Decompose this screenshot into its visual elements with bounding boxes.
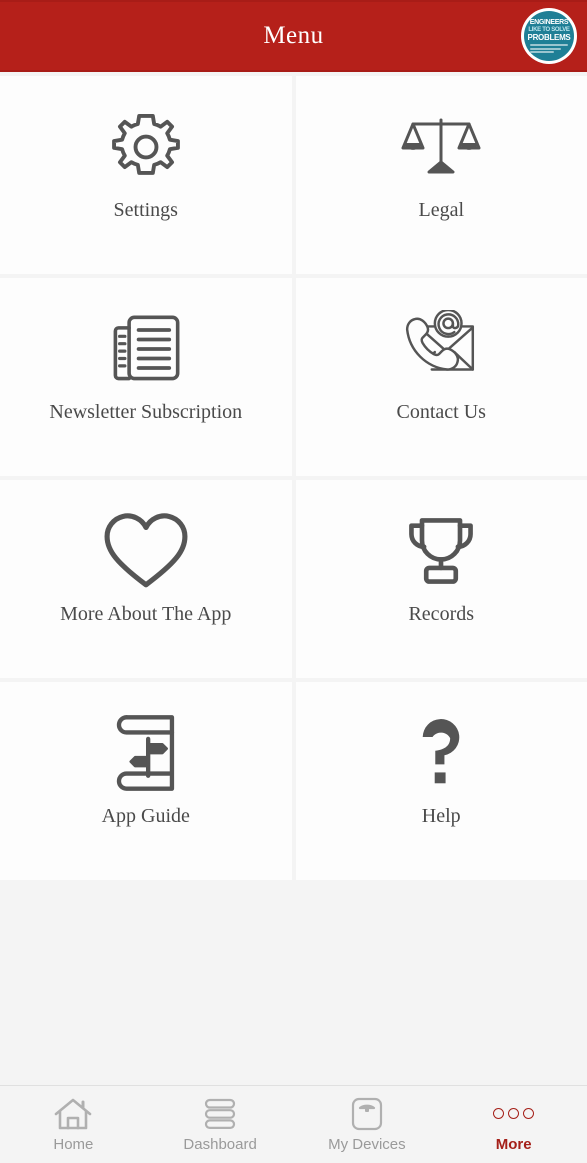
menu-tile-label: Legal (418, 199, 465, 221)
nav-item-dashboard[interactable]: Dashboard (147, 1086, 294, 1163)
nav-label: Home (53, 1135, 94, 1153)
nav-item-my-devices[interactable]: My Devices (294, 1086, 441, 1163)
app-header: Menu ENGINEERS LIKE TO SOLVE PROBLEMS (0, 0, 587, 72)
menu-tile-legal[interactable]: Legal (295, 76, 587, 274)
menu-grid: Settings Legal Newsletter Subscription C… (0, 72, 587, 880)
logo-decor-bars (530, 44, 568, 53)
content-spacer (0, 880, 587, 1085)
stacked-bars-icon (200, 1097, 240, 1131)
menu-tile-label: Help (421, 805, 461, 827)
nav-label: My Devices (328, 1135, 406, 1153)
weight-scale-icon (350, 1097, 384, 1131)
menu-tile-newsletter-subscription[interactable]: Newsletter Subscription (0, 278, 292, 476)
logo-line-3: PROBLEMS (527, 33, 571, 42)
menu-tile-label: App Guide (101, 805, 190, 827)
logo-line-1: ENGINEERS (529, 19, 569, 26)
menu-tile-help[interactable]: Help (295, 682, 587, 880)
nav-item-home[interactable]: Home (0, 1086, 147, 1163)
bottom-navigation-bar: Home Dashboard My Devices More (0, 1085, 587, 1163)
menu-tile-records[interactable]: Records (295, 480, 587, 678)
house-icon (53, 1097, 93, 1131)
menu-tile-contact-us[interactable]: Contact Us (295, 278, 587, 476)
menu-tile-label: Settings (113, 199, 178, 221)
newspaper-icon (108, 306, 184, 392)
balance-scale-icon (401, 104, 481, 190)
menu-tile-more-about-the-app[interactable]: More About The App (0, 480, 292, 678)
trophy-icon (403, 508, 479, 594)
page-title: Menu (263, 22, 324, 49)
menu-tile-settings[interactable]: Settings (0, 76, 292, 274)
envelope-phone-at-icon (401, 306, 481, 392)
menu-tile-app-guide[interactable]: App Guide (0, 682, 292, 880)
menu-tile-label: More About The App (60, 603, 232, 625)
question-mark-icon (410, 710, 472, 796)
engineers-badge-logo: ENGINEERS LIKE TO SOLVE PROBLEMS (521, 8, 577, 64)
book-signpost-icon (113, 710, 179, 796)
menu-tile-label: Records (408, 603, 475, 625)
gear-icon (107, 104, 185, 190)
nav-item-more[interactable]: More (440, 1086, 587, 1163)
menu-tile-label: Newsletter Subscription (49, 401, 243, 423)
three-dots-icon (493, 1097, 535, 1131)
nav-label: More (495, 1135, 532, 1153)
menu-tile-label: Contact Us (396, 401, 486, 423)
menu-screen: Menu ENGINEERS LIKE TO SOLVE PROBLEMS Se… (0, 0, 587, 1163)
nav-label: Dashboard (183, 1135, 257, 1153)
heart-icon (103, 508, 189, 594)
